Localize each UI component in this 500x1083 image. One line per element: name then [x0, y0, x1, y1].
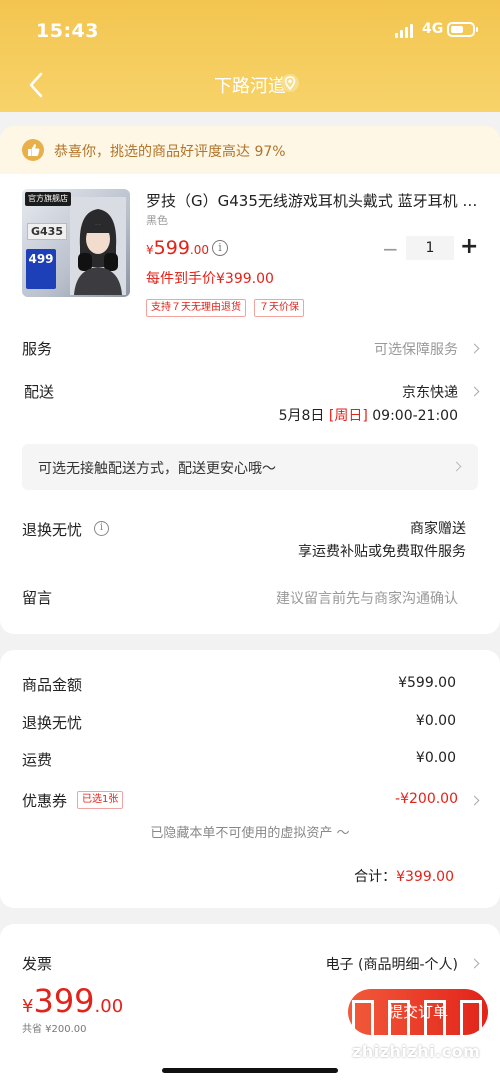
total-line: 合计：¥399.00 — [354, 869, 454, 885]
watermark-logo-icon — [388, 1000, 410, 1040]
message-input[interactable]: 建议留言前先与商家沟通确认 — [276, 588, 458, 608]
delivery-carrier[interactable]: 京东快递 — [402, 382, 458, 402]
location-pin-icon[interactable] — [280, 73, 300, 95]
quantity-input[interactable]: 1 — [406, 236, 454, 260]
return-label: 退换无忧 — [22, 521, 83, 539]
hand-price: 每件到手价¥399.00 — [146, 271, 274, 287]
thumb-price-label: 499 — [26, 249, 56, 289]
product-variant: 黑色 — [146, 214, 168, 227]
coupon-selected-badge: 已选1张 — [77, 791, 124, 809]
quantity-plus-button[interactable]: + — [460, 234, 478, 259]
return-info-icon[interactable]: i — [94, 521, 109, 536]
contactless-delivery-option[interactable]: 可选无接触配送方式，配送更安心哦～ — [22, 444, 478, 490]
watermark-logo-icon — [460, 1000, 482, 1040]
shipping-label: 运费 — [22, 751, 53, 769]
network-label: 4G — [422, 21, 444, 37]
service-value[interactable]: 可选保障服务 — [374, 339, 458, 359]
return-fee-label: 退换无忧 — [22, 714, 83, 732]
price-protect-tag: ７天价保 — [254, 299, 304, 317]
signal-icon — [395, 24, 417, 38]
shipping-value: ¥0.00 — [415, 750, 456, 766]
delivery-date[interactable]: 5月8日 [周日] 09:00-21:00 — [279, 405, 458, 425]
product-price: ¥599.00 — [146, 237, 209, 259]
product-name[interactable]: 罗技（G）G435无线游戏耳机头戴式 蓝牙耳机 电竞 — [146, 190, 481, 211]
thumb-shop-label: 官方旗舰店 — [25, 192, 71, 206]
goods-amount-value: ¥599.00 — [398, 675, 456, 691]
thumbs-up-icon — [22, 139, 44, 161]
contactless-chevron-icon — [451, 461, 462, 472]
coupon-value[interactable]: -¥200.00 — [395, 791, 458, 807]
praise-banner: 恭喜你，挑选的商品好评度高达 97% — [0, 126, 500, 174]
return-tag: 支持７天无理由退货 — [146, 299, 246, 317]
return-line2: 享运费补贴或免费取件服务 — [298, 544, 466, 560]
battery-icon — [447, 22, 478, 37]
coupon-label: 优惠券 — [22, 792, 68, 810]
watermark-logo-icon — [352, 1000, 374, 1040]
page-title: 下路河道 — [214, 76, 286, 97]
thumb-model-label: G435 — [27, 223, 67, 240]
product-thumbnail[interactable]: 官方旗舰店 G435 499 — [22, 189, 130, 297]
message-label: 留言 — [22, 589, 53, 607]
banner-text: 恭喜你，挑选的商品好评度高达 97% — [54, 144, 286, 160]
quantity-minus-button[interactable]: − — [382, 237, 399, 261]
invoice-value[interactable]: 电子 (商品明细-个人) — [326, 954, 458, 974]
contactless-text: 可选无接触配送方式，配送更安心哦～ — [38, 461, 276, 477]
return-fee-value: ¥0.00 — [415, 713, 456, 729]
header-bar: 15:43 4G 下路河道 — [0, 0, 500, 112]
status-bar: 15:43 4G — [0, 0, 500, 60]
model-photo-icon — [70, 197, 126, 295]
watermark-logo-icon — [424, 1000, 446, 1040]
goods-amount-label: 商品金额 — [22, 676, 83, 694]
watermark-text: zhizhizhi.com — [352, 1042, 481, 1061]
return-line1: 商家赠送 — [410, 521, 466, 537]
service-label: 服务 — [22, 340, 53, 358]
footer-total-price: ¥399.00 — [22, 982, 124, 1020]
delivery-label: 配送 — [24, 383, 55, 401]
footer-saved-amount: 共省 ¥200.00 — [22, 1024, 87, 1035]
hidden-assets-toggle[interactable]: 已隐藏本单不可使用的虚拟资产 ～ — [0, 822, 500, 841]
home-indicator[interactable] — [162, 1068, 338, 1073]
status-time: 15:43 — [36, 20, 99, 42]
invoice-label: 发票 — [22, 955, 53, 973]
price-info-icon[interactable]: i — [212, 240, 228, 256]
